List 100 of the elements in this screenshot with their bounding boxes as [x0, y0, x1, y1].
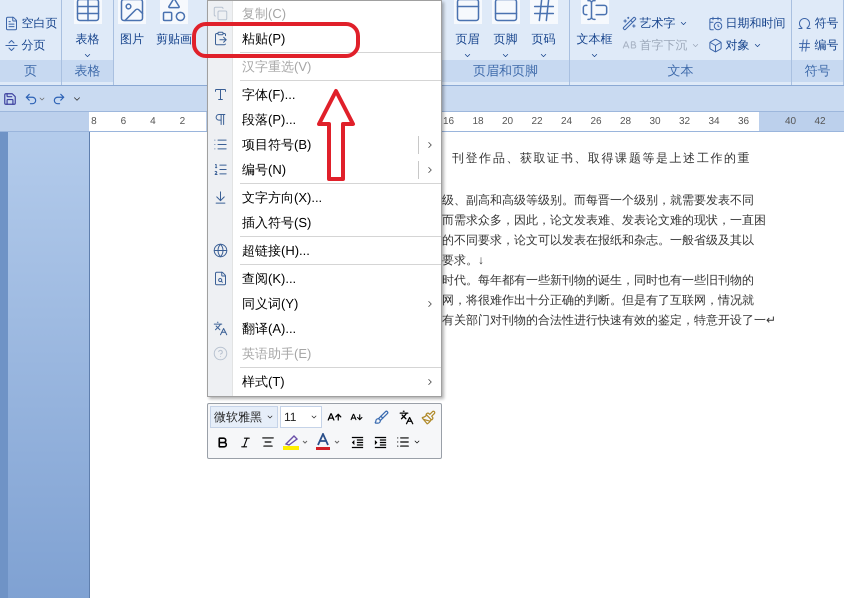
menu-item[interactable]: 同义词(Y): [208, 291, 441, 316]
translate-icon: [213, 321, 228, 336]
ribbon-button[interactable]: 日期和时间: [706, 12, 786, 34]
font-dropdown[interactable]: 微软雅黑: [210, 406, 278, 428]
menu-item[interactable]: 字体(F)...: [208, 80, 441, 107]
font-size-value: 11: [284, 409, 296, 426]
numbered-list-icon: [213, 162, 228, 177]
caret-icon: [501, 51, 510, 60]
menu-item[interactable]: 超链接(H)...: [208, 236, 441, 263]
ribbon-button[interactable]: 页码: [528, 0, 560, 60]
ruler-number: 22: [532, 115, 544, 129]
caret-icon: [590, 51, 599, 60]
group-label: 文本: [570, 60, 791, 82]
hash-icon: [796, 38, 812, 52]
table-icon: [74, 0, 102, 24]
phonetic-icon: [398, 410, 414, 424]
align-center-icon: [261, 435, 275, 449]
save-button[interactable]: [2, 90, 18, 106]
font-size-dropdown[interactable]: 11: [280, 406, 322, 428]
paintbrush-icon: [420, 410, 436, 424]
menu-item[interactable]: 段落(P)...: [208, 107, 441, 132]
bold-icon: [216, 436, 228, 448]
increase-indent-icon: [372, 434, 388, 450]
group-label: 页眉和页脚: [442, 60, 569, 82]
ruler-number: 40: [785, 115, 798, 129]
undo-button[interactable]: [24, 92, 46, 106]
ruler-number: 30: [650, 115, 662, 129]
menu-item[interactable]: 编号(N): [208, 157, 441, 182]
bullet-list-icon: [213, 137, 228, 152]
document-text: 要求。↓: [442, 252, 485, 269]
save-icon: [3, 92, 17, 106]
ruler-number: 42: [814, 115, 827, 129]
menu-item[interactable]: 翻译(A)...: [208, 316, 441, 341]
copy-icon: [213, 6, 228, 21]
ribbon-button[interactable]: 艺术字: [620, 12, 688, 34]
ribbon-button[interactable]: 空白页: [2, 12, 58, 34]
ribbon-button[interactable]: 剪贴画: [154, 0, 194, 48]
styles-icon: [374, 410, 388, 424]
caret-icon: [310, 413, 318, 421]
globe-link-icon: [213, 243, 228, 258]
box-icon: [708, 38, 722, 52]
ribbon-button[interactable]: 分页: [2, 34, 46, 56]
picture-icon: [118, 0, 146, 24]
menu-item[interactable]: 项目符号(B): [208, 132, 441, 157]
ribbon-button[interactable]: 表格: [72, 0, 104, 60]
document-text: 网，将很难作出十分正确的判断。但是有了互联网，情况就: [442, 292, 755, 309]
italic-icon: [238, 436, 252, 448]
shapes-icon: [160, 0, 188, 24]
hash-icon: [530, 0, 558, 24]
ruler-number: 18: [472, 115, 485, 129]
ribbon-button[interactable]: 对象: [706, 34, 762, 56]
ruler-number: 6: [120, 115, 128, 129]
ribbon-button[interactable]: 文本框: [574, 0, 614, 60]
group-label: 表格: [62, 60, 113, 82]
ruler-number: 20: [502, 115, 514, 129]
paste-icon: [213, 31, 228, 46]
ruler-number: 8: [91, 115, 98, 129]
text-direction-icon: [213, 190, 228, 205]
ruler-number: 24: [561, 115, 574, 129]
menu-item[interactable]: 文字方向(X)...: [208, 183, 441, 210]
page-break-icon: [4, 38, 18, 52]
bullet-list-icon: [396, 435, 410, 449]
document-text: 的不同要求，论文可以发表在报纸和杂志。一般省级及其以: [442, 232, 755, 249]
ruler-number: 36: [738, 115, 750, 129]
redo-button[interactable]: [52, 92, 66, 106]
footer-icon: [492, 0, 520, 24]
undo-icon: [24, 92, 38, 106]
ruler-number: 34: [708, 115, 721, 129]
ribbon-button[interactable]: 符号: [796, 12, 840, 34]
ruler-number: 4: [150, 115, 157, 129]
document-text: 刊登作品、获取证书、取得课题等是上述工作的重: [452, 150, 752, 167]
redo-icon: [52, 92, 66, 106]
document-text: 级、副高和高级等级别。而每晋一个级别，就需要发表不同: [442, 192, 755, 209]
group-label: 页: [0, 60, 61, 82]
paragraph-icon: [213, 112, 228, 127]
lookup-icon: [213, 271, 228, 286]
caret-icon: [412, 438, 420, 446]
menu-item[interactable]: 样式(T): [208, 367, 441, 394]
caret-icon: [463, 51, 472, 60]
highlighter-icon: [282, 433, 310, 451]
caret-icon: [266, 413, 274, 421]
omega-icon: [796, 16, 812, 30]
header-icon: [454, 0, 482, 24]
document-text: 而需求众多，因此，论文发表难、发表论文难的现状，一直困: [442, 212, 767, 229]
ribbon-button[interactable]: 页眉: [452, 0, 484, 60]
calendar-clock-icon: [708, 16, 722, 30]
menu-item[interactable]: 插入符号(S): [208, 210, 441, 235]
caret-icon: [83, 51, 92, 60]
document-text: 时代。每年都有一些新刊物的诞生，同时也有一些旧刊物的: [442, 272, 755, 289]
menu-item[interactable]: 查阅(K)...: [208, 264, 441, 291]
decrease-indent-icon: [350, 434, 364, 450]
ribbon-button[interactable]: 编号: [796, 34, 840, 56]
ribbon-button[interactable]: 页脚: [490, 0, 522, 60]
ruler-number: 32: [679, 115, 692, 129]
group-label: 符号: [792, 60, 843, 82]
ruler-number: 2: [180, 115, 186, 129]
text-box-icon: [580, 0, 608, 24]
ribbon-button[interactable]: 图片: [116, 0, 148, 48]
caret-icon: [539, 51, 548, 60]
help-icon: [213, 346, 228, 361]
